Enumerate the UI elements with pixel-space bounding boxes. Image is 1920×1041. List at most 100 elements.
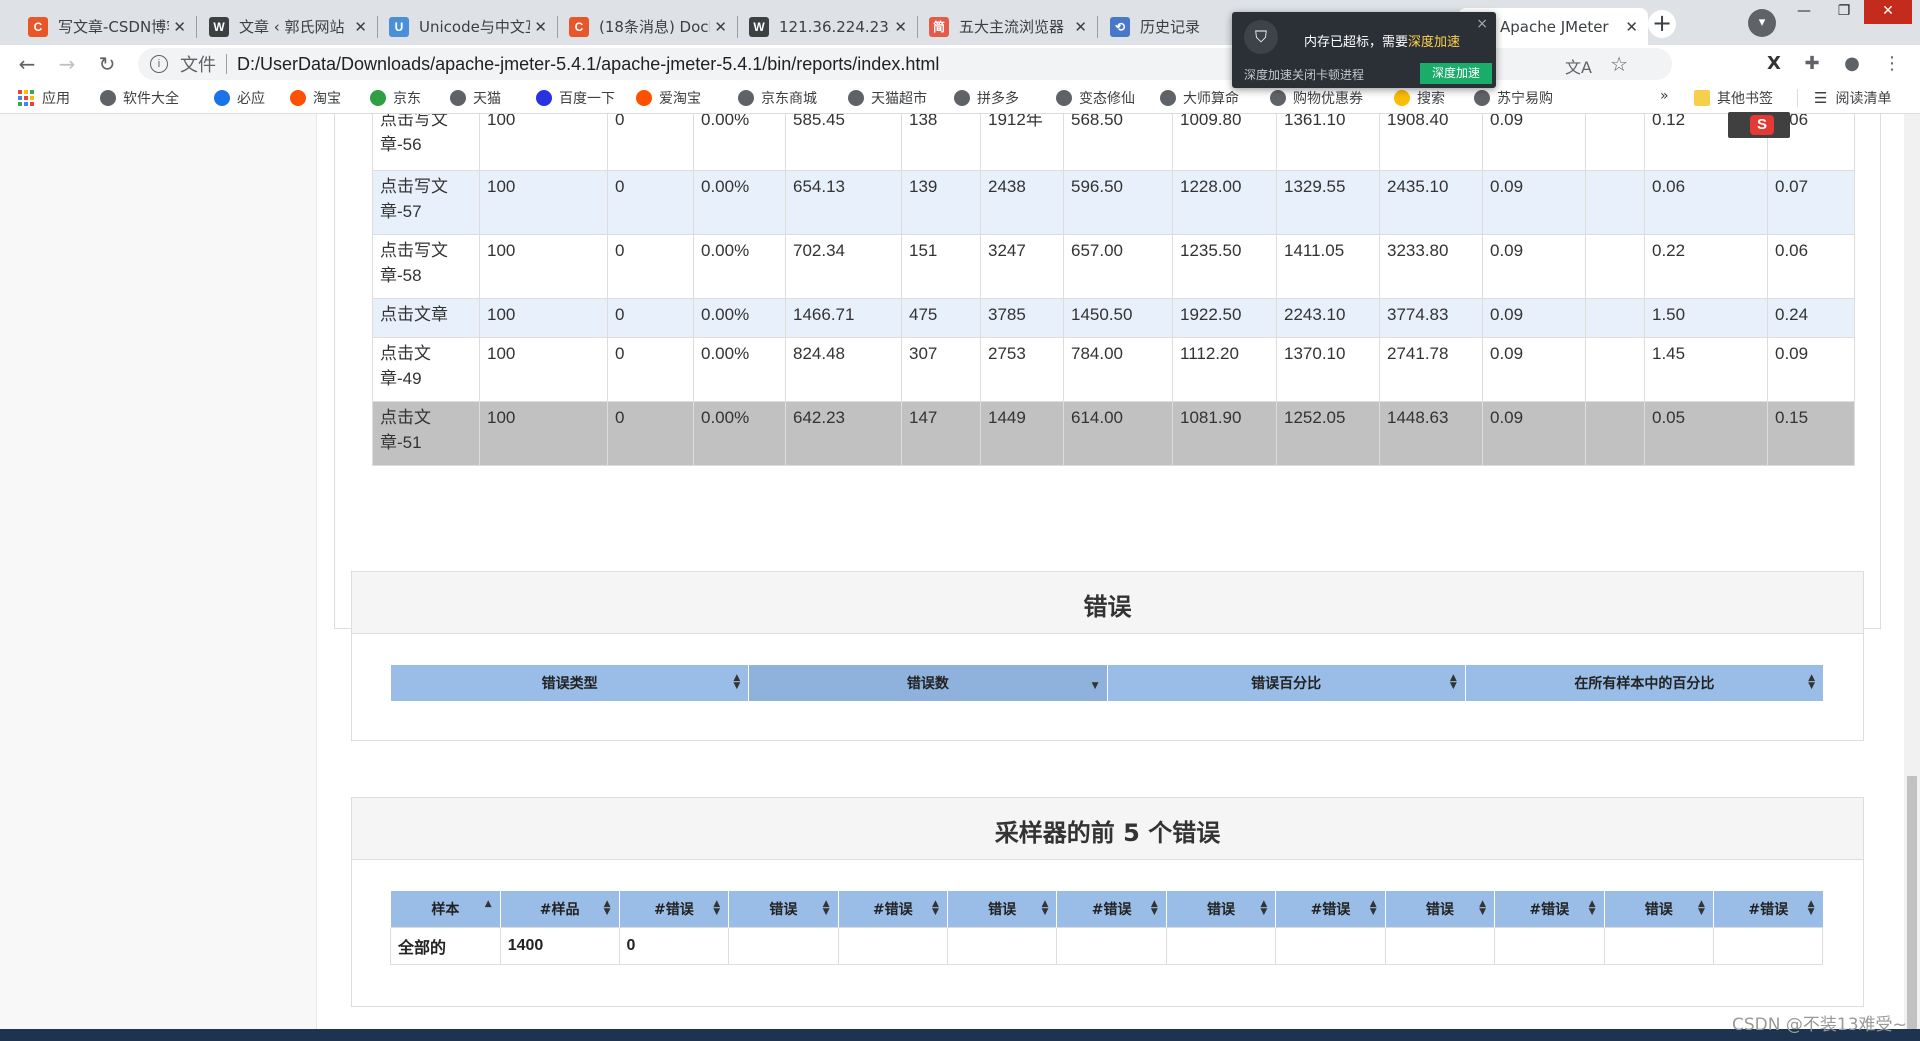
tab-search-icon[interactable]: ▾ [1748,9,1776,37]
window-close-button[interactable]: ✕ [1864,0,1912,24]
column-header[interactable]: 错误 ▲ ▼ [728,891,839,928]
tab-close-icon[interactable]: ✕ [1074,18,1087,36]
bookmark-item[interactable]: 百度一下 [536,88,615,108]
tab-close-icon[interactable]: ✕ [714,18,727,36]
bookmark-item[interactable]: 天猫 [450,88,501,108]
column-header[interactable]: #样品 ▲ ▼ [499,891,620,928]
column-header[interactable]: #错误 ▲ ▼ [1712,891,1823,928]
column-header[interactable]: #错误 ▲ ▼ [1275,891,1386,928]
stat-cell: 1228.00 [1172,170,1277,235]
back-icon[interactable]: ← [14,51,40,77]
column-header[interactable]: #错误 ▲ ▼ [837,891,948,928]
bookmark-item[interactable]: 淘宝 [290,88,341,108]
url-text[interactable]: D:/UserData/Downloads/apache-jmeter-5.4.… [237,54,939,75]
column-header[interactable]: 错误 ▲ ▼ [1384,891,1495,928]
bookmark-item[interactable]: 购物优惠券 [1270,88,1363,108]
column-header[interactable]: 错误 ▲ ▼ [1603,891,1714,928]
bookmark-item[interactable]: 拼多多 [954,88,1019,108]
tab-title: 文章 ‹ 郭氏网站 [239,18,345,36]
minimize-button[interactable]: — [1784,0,1824,24]
column-header[interactable]: #错误 ▲ ▼ [1056,891,1167,928]
column-header[interactable]: 错误百分比 ▲ ▼ [1106,665,1466,701]
bookmark-item[interactable]: 变态修仙 [1056,88,1135,108]
bookmark-favicon-icon [954,90,970,106]
column-header[interactable]: #错误 ▲ ▼ [1494,891,1604,928]
column-header[interactable]: 错误数 ▼ [748,665,1107,701]
new-tab-button[interactable]: + [1648,10,1676,38]
bookmark-star-icon[interactable]: ☆ [1610,52,1628,76]
tab-close-icon[interactable]: ✕ [534,18,547,36]
stat-cell: 596.50 [1063,170,1173,235]
tab-3[interactable]: C (18条消息) Docker✕ [557,8,737,45]
column-header[interactable]: 样本 ▲ [390,891,501,928]
popup-highlight-link[interactable]: 深度加速 [1408,35,1460,50]
bookmark-item[interactable]: 京东商城 [738,88,817,108]
popup-message: 内存已超标，需要深度加速 [1304,31,1460,50]
bookmark-item[interactable]: 应用 [18,88,70,108]
extensions-puzzle-icon[interactable]: ✚ [1800,53,1824,75]
stat-cell [1585,298,1645,338]
info-icon[interactable]: i [150,55,168,73]
column-header-label: 错误 [1207,902,1236,918]
table-cell: 1400 [499,927,620,965]
table-row[interactable]: 点击文章-49 100 0 0.00% 824.48 307 2753 784.00 1112.… [372,337,1855,402]
column-header[interactable]: #错误 ▲ ▼ [618,891,729,928]
bookmark-favicon-icon [370,90,386,106]
bookmark-item[interactable]: 爱淘宝 [636,88,701,108]
table-row[interactable]: 点击文章-51 100 0 0.00% 642.23 147 1449 614.00 1081.… [372,401,1855,466]
scrollbar-thumb[interactable] [1907,776,1917,1029]
tab-close-icon[interactable]: ✕ [173,18,186,36]
tab-favicon-icon: 简 [929,16,949,37]
maximize-button[interactable]: ❐ [1824,0,1864,24]
tab-5[interactable]: 简五大主流浏览器 ✕ [917,8,1097,45]
stat-cell: 1.50 [1644,298,1768,338]
tab-close-icon[interactable]: ✕ [894,18,907,36]
vertical-scrollbar[interactable] [1904,114,1920,1029]
bookmark-item[interactable]: 必应 [214,88,265,108]
forward-icon[interactable]: → [54,51,80,77]
bookmark-item[interactable]: 苏宁易购 [1474,88,1553,108]
table-row[interactable]: 点击文章 100 0 0.00% 1466.71 475 3785 1450.50 1922.5… [372,298,1855,338]
sort-icon: ▲ ▼ [1449,673,1457,691]
column-header[interactable]: 错误 ▲ ▼ [946,891,1057,928]
stat-cell: 0.00% [693,234,786,299]
tab-close-icon[interactable]: ✕ [354,18,367,36]
profile-avatar-icon[interactable]: ● [1840,53,1864,75]
other-bookmarks[interactable]: 其他书签 [1694,88,1773,108]
tab-0[interactable]: C 写文章-CSDN博客 ✕ [16,8,196,45]
column-header[interactable]: 错误类型 ▲ ▼ [389,665,749,701]
table-row: 全部的 1400 0 [390,927,1824,965]
bookmark-item[interactable]: 搜索 [1394,88,1445,108]
reload-icon[interactable]: ↻ [94,51,120,77]
sort-icon: ▲ ▼ [1369,899,1377,917]
popup-close-icon[interactable]: × [1476,16,1488,32]
table-row[interactable]: 点击写文章-56 100 0 0.00% 585.45 138 1912年 568.50 100… [372,114,1855,171]
table-row[interactable]: 点击写文章-58 100 0 0.00% 702.34 151 3247 657.00 1235… [372,234,1855,299]
tab-1[interactable]: W 文章 ‹ 郭氏网站 ✕ [197,8,377,45]
stat-cell: 0.07 [1767,170,1855,235]
tab-4[interactable]: W 121.36.224.232 ✕ [737,8,917,45]
translate-icon[interactable]: 文A [1565,54,1592,78]
tab-2[interactable]: U Unicode与中文互转✕ [377,8,557,45]
deep-accelerate-button[interactable]: 深度加速 [1420,63,1492,84]
bookmark-item[interactable]: 大师算命 [1160,88,1239,108]
errors-title: 错误 [352,572,1863,634]
address-divider [226,54,227,74]
bookmark-item[interactable]: 软件大全 [100,88,179,108]
bookmarks-overflow-button[interactable]: » [1660,88,1669,104]
bookmark-item[interactable]: 京东 [370,88,421,108]
reading-list[interactable]: ☰ 阅读清单 [1814,88,1891,108]
column-header[interactable]: 错误 ▲ ▼ [1165,891,1276,928]
bookmark-item[interactable]: 天猫超市 [848,88,927,108]
table-row[interactable]: 点击写文章-57 100 0 0.00% 654.13 139 2438 596.50 1228… [372,170,1855,235]
sogou-logo-icon: S [1750,115,1774,135]
bookmark-label: 变态修仙 [1079,91,1135,107]
table-cell [1384,927,1496,965]
extension-x-icon[interactable]: X [1762,53,1786,75]
menu-kebab-icon[interactable]: ⋮ [1880,53,1904,75]
tab-close-icon[interactable]: ✕ [1625,18,1638,36]
column-header[interactable]: 在所有样本中的百分比 ▲ ▼ [1464,665,1823,701]
stat-cell: 1361.10 [1276,114,1380,171]
bookmark-favicon-icon [536,90,552,106]
sogou-ime-toolbar[interactable]: S [1728,112,1790,138]
